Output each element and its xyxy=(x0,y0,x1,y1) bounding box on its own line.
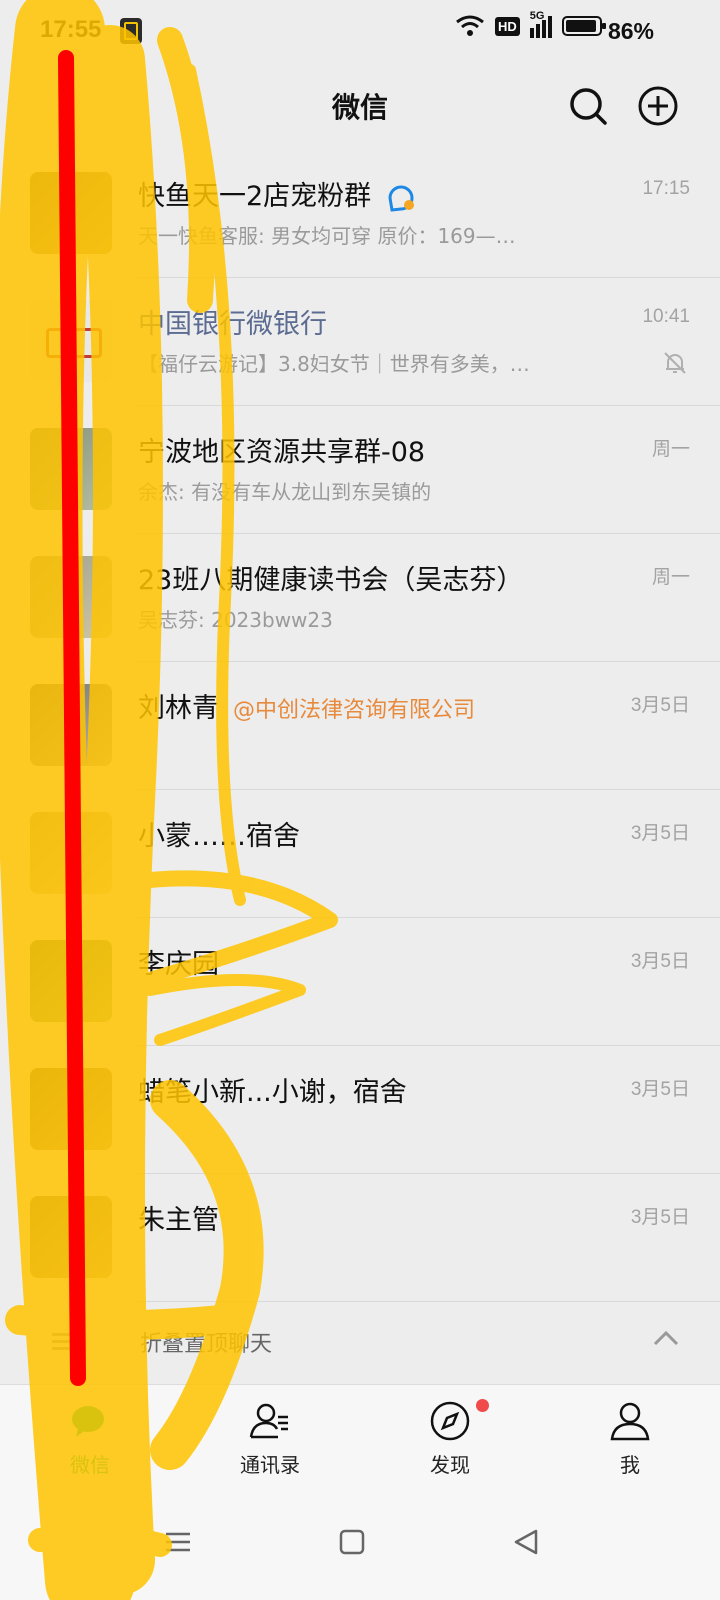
chat-time: 3月5日 xyxy=(630,1207,690,1228)
mention-tag: @中创法律咨询有限公司 xyxy=(233,698,476,723)
bottom-tab-bar: 微信 通讯录 发现 我 xyxy=(0,1384,720,1495)
chat-name: 中国银行微银行 xyxy=(138,309,327,340)
chat-name: 蜡笔小新...小谢，宿舍 xyxy=(138,1077,407,1108)
chat-preview: 【福仔云游记】3.8妇女节｜世界有多美，… xyxy=(138,352,530,376)
tab-label: 通讯录 xyxy=(240,1453,300,1477)
chat-name: 宁波地区资源共享群-08 xyxy=(138,437,426,468)
avatar xyxy=(30,1196,112,1278)
tab-label: 微信 xyxy=(70,1453,110,1477)
chat-row[interactable]: 蜡笔小新...小谢，宿舍 3月5日 xyxy=(0,1046,720,1174)
menu-nav-icon[interactable] xyxy=(160,1524,196,1560)
chat-name: 刘林青 @中创法律咨询有限公司 xyxy=(138,693,476,724)
notification-dot xyxy=(476,1399,489,1412)
wifi-icon xyxy=(456,15,484,36)
status-icons: HD 5G xyxy=(455,10,608,38)
avatar xyxy=(30,812,112,894)
tab-chats[interactable]: 微信 xyxy=(0,1385,180,1495)
compass-icon xyxy=(430,1401,470,1441)
avatar xyxy=(30,940,112,1022)
chat-time: 3月5日 xyxy=(630,1079,690,1100)
avatar xyxy=(30,684,112,766)
fold-label: 折叠置顶聊天 xyxy=(140,1332,273,1357)
status-time: 17:55 xyxy=(40,16,102,43)
tab-label: 我 xyxy=(620,1453,640,1477)
chat-time: 10:41 xyxy=(642,306,690,327)
tab-me[interactable]: 我 xyxy=(540,1385,720,1495)
contacts-icon xyxy=(249,1403,288,1439)
chat-time: 周一 xyxy=(651,439,690,460)
wechat-screen: 17:55 HD 5G 86% 微信 快鱼天一2店宠粉群 天一快鱼客服: 男女均… xyxy=(0,0,720,1600)
tab-label: 发现 xyxy=(430,1453,470,1477)
chat-preview: 吴志芬: 2023bww23 xyxy=(138,608,333,632)
avatar xyxy=(30,428,112,510)
chat-icon xyxy=(72,1406,104,1437)
avatar xyxy=(30,1068,112,1150)
add-icon[interactable] xyxy=(636,84,680,128)
chat-name: 小蒙……宿舍 xyxy=(138,821,300,852)
battery-percent: 86% xyxy=(607,18,654,44)
chat-time: 3月5日 xyxy=(630,823,690,844)
chat-row[interactable]: 李庆园 3月5日 xyxy=(0,918,720,1046)
notification-app-icon xyxy=(120,18,142,44)
chat-list: 快鱼天一2店宠粉群 天一快鱼客服: 男女均可穿 原价：169—… 17:15 中… xyxy=(0,150,720,1302)
chat-name: 朱主管 xyxy=(138,1205,219,1236)
mute-bell-icon xyxy=(664,352,686,374)
chat-row[interactable]: 朱主管 3月5日 xyxy=(0,1174,720,1302)
list-icon xyxy=(52,1333,76,1350)
chat-preview: 天一快鱼客服: 男女均可穿 原价：169—… xyxy=(138,224,516,248)
search-icon[interactable] xyxy=(566,84,610,128)
tab-contacts[interactable]: 通讯录 xyxy=(180,1385,360,1495)
back-nav-icon[interactable] xyxy=(508,1524,544,1560)
chat-preview: 余杰: 有没有车从龙山到东吴镇的 xyxy=(138,480,432,504)
chat-time: 3月5日 xyxy=(630,695,690,716)
battery-icon xyxy=(561,16,606,36)
chat-row[interactable]: 23班八期健康读书会（吴志芬） 吴志芬: 2023bww23 周一 xyxy=(0,534,720,662)
chat-row[interactable]: 小蒙……宿舍 3月5日 xyxy=(0,790,720,918)
chat-row[interactable]: 宁波地区资源共享群-08 余杰: 有没有车从龙山到东吴镇的 周一 xyxy=(0,406,720,534)
person-icon xyxy=(610,1402,650,1441)
fold-pinned-chats[interactable]: 折叠置顶聊天 xyxy=(0,1302,720,1380)
system-nav-bar xyxy=(0,1494,720,1600)
page-title: 微信 xyxy=(331,91,388,124)
chat-name: 快鱼天一2店宠粉群 xyxy=(138,174,416,213)
avatar xyxy=(30,172,112,254)
status-bar: 17:55 HD 5G 86% xyxy=(0,0,720,64)
home-nav-icon[interactable] xyxy=(334,1524,370,1560)
signal-icon: 5G xyxy=(529,10,552,38)
avatar xyxy=(30,300,112,382)
tab-discover[interactable]: 发现 xyxy=(360,1385,540,1495)
chat-time: 周一 xyxy=(651,567,690,588)
chat-row[interactable]: 刘林青 @中创法律咨询有限公司 3月5日 xyxy=(0,662,720,790)
chat-row[interactable]: 快鱼天一2店宠粉群 天一快鱼客服: 男女均可穿 原价：169—… 17:15 xyxy=(0,150,720,278)
header: 微信 xyxy=(0,64,720,150)
chat-name: 李庆园 xyxy=(138,949,219,980)
chat-time: 17:15 xyxy=(642,178,690,199)
avatar xyxy=(30,556,112,638)
hd-icon: HD xyxy=(495,16,520,36)
chevron-up-icon[interactable] xyxy=(652,1328,680,1348)
chat-row[interactable]: 中国银行微银行 【福仔云游记】3.8妇女节｜世界有多美，… 10:41 xyxy=(0,278,720,406)
chat-name: 23班八期健康读书会（吴志芬） xyxy=(138,565,524,596)
chat-time: 3月5日 xyxy=(630,951,690,972)
group-badge-icon xyxy=(388,185,414,212)
